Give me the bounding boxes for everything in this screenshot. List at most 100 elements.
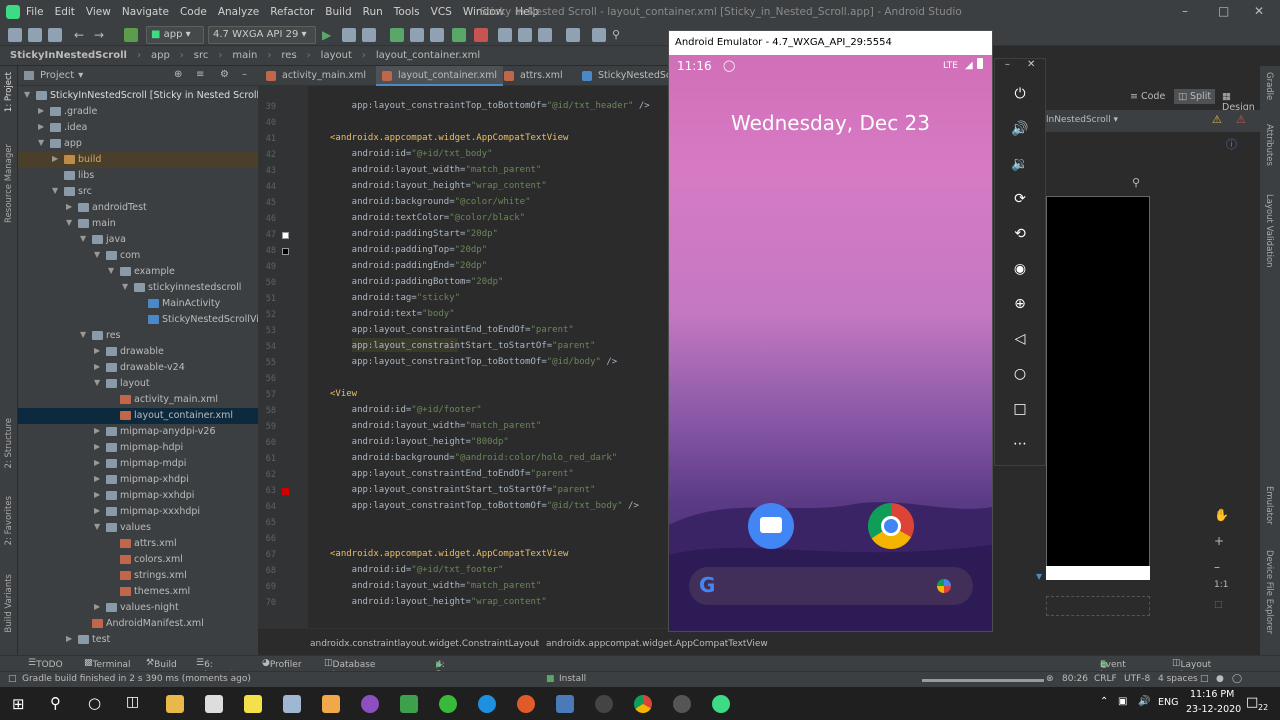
- network-tray-icon[interactable]: ▣: [1118, 696, 1127, 707]
- pan-icon[interactable]: ⚲: [1132, 176, 1140, 189]
- code-line[interactable]: android:textColor="@color/black": [330, 213, 525, 223]
- skype-icon[interactable]: [478, 695, 496, 713]
- android-studio-taskbar-icon[interactable]: [712, 695, 730, 713]
- code-line[interactable]: android:layout_height="wrap_content": [330, 597, 547, 607]
- chevron-down-icon[interactable]: ▼: [108, 266, 114, 275]
- breadcrumb-item[interactable]: src: [194, 50, 209, 61]
- fit-screen-icon[interactable]: □: [1214, 600, 1223, 610]
- chevron-right-icon[interactable]: ▶: [94, 506, 100, 515]
- github-icon[interactable]: [673, 695, 691, 713]
- tree-item[interactable]: ▶ build: [18, 152, 258, 168]
- chevron-right-icon[interactable]: ▶: [52, 154, 58, 163]
- clock-date[interactable]: 23-12-2020: [1186, 704, 1241, 715]
- tree-item[interactable]: layout_container.xml: [18, 408, 258, 424]
- maximize-icon[interactable]: □: [1218, 4, 1229, 18]
- tree-item[interactable]: ▶ mipmap-xhdpi: [18, 472, 258, 488]
- structure-tab[interactable]: 2: Structure: [4, 418, 14, 469]
- git-icon[interactable]: ●: [1216, 674, 1224, 684]
- code-line[interactable]: android:layout_height="wrap_content": [330, 181, 547, 191]
- tree-item[interactable]: ▼ main: [18, 216, 258, 232]
- chevron-right-icon[interactable]: ▶: [94, 602, 100, 611]
- breadcrumb-item[interactable]: layout: [321, 50, 352, 61]
- windows-start-icon[interactable]: ⊞: [12, 695, 25, 713]
- notifications-icon[interactable]: □: [1246, 695, 1258, 710]
- tree-item[interactable]: ▶ drawable: [18, 344, 258, 360]
- rotate-left-icon[interactable]: ⟳: [1009, 188, 1031, 210]
- breadcrumb-item[interactable]: layout_container.xml: [376, 50, 480, 61]
- status-message[interactable]: Gradle build finished in 2 s 390 ms (mom…: [22, 674, 251, 684]
- chevron-down-icon[interactable]: ▼: [122, 282, 128, 291]
- tree-item[interactable]: AndroidManifest.xml: [18, 616, 258, 632]
- device-manager-icon[interactable]: [592, 28, 606, 42]
- breadcrumb-item[interactable]: res: [281, 50, 296, 61]
- chevron-right-icon[interactable]: ▶: [94, 458, 100, 467]
- cancel-progress-icon[interactable]: ⊗: [1046, 674, 1054, 684]
- menu-item-vcs[interactable]: VCS: [431, 6, 452, 18]
- white-color-swatch-icon[interactable]: [282, 232, 289, 239]
- tree-item[interactable]: attrs.xml: [18, 536, 258, 552]
- layout-inspector-tab[interactable]: ◫ Layout Inspector: [1172, 658, 1223, 680]
- code-line[interactable]: app:layout_constraintEnd_toEndOf="parent…: [330, 325, 574, 335]
- code-line[interactable]: android:paddingBottom="20dp": [330, 277, 504, 287]
- chevron-right-icon[interactable]: ▶: [94, 490, 100, 499]
- power-icon[interactable]: ⏻: [1009, 83, 1031, 105]
- layout-validation-tab[interactable]: Layout Validation: [1264, 194, 1274, 268]
- slack-icon[interactable]: [595, 695, 613, 713]
- chevron-right-icon[interactable]: ▶: [38, 106, 44, 115]
- breadcrumb-constraint-layout[interactable]: androidx.constraintlayout.widget.Constra…: [310, 639, 539, 649]
- tree-item[interactable]: ▼ src: [18, 184, 258, 200]
- home-nav-icon[interactable]: ○: [1009, 363, 1031, 385]
- zoom-out-icon[interactable]: –: [1214, 560, 1220, 574]
- tree-item[interactable]: ▶ test: [18, 632, 258, 648]
- menu-item-edit[interactable]: Edit: [55, 6, 75, 18]
- chevron-right-icon[interactable]: ▶: [94, 362, 100, 371]
- editor-tab[interactable]: attrs.xml: [498, 66, 569, 86]
- help-icon[interactable]: ⓘ: [1226, 136, 1237, 152]
- code-line[interactable]: android:id="@+id/footer": [330, 405, 482, 415]
- profile-icon[interactable]: [430, 28, 444, 42]
- back-icon[interactable]: ←: [74, 28, 88, 42]
- code-line[interactable]: android:layout_width="match_parent": [330, 421, 542, 431]
- chevron-down-icon[interactable]: ▼: [94, 250, 100, 259]
- design-preview-canvas[interactable]: [1046, 196, 1150, 580]
- chevron-right-icon[interactable]: ▶: [38, 122, 44, 131]
- indent-setting[interactable]: 4 spaces: [1158, 674, 1198, 684]
- search-taskbar-icon[interactable]: ⚲: [50, 694, 61, 712]
- logcat-tab[interactable]: ☰ 6: Logcat: [196, 658, 234, 680]
- code-line[interactable]: <View: [330, 389, 357, 399]
- chevron-right-icon[interactable]: ▶: [66, 202, 72, 211]
- inspector-icon[interactable]: ◯: [1232, 674, 1242, 684]
- volume-tray-icon[interactable]: 🔊: [1138, 696, 1150, 707]
- menu-item-file[interactable]: File: [26, 6, 44, 18]
- sync-icon[interactable]: [48, 28, 62, 42]
- tree-item[interactable]: ▼ layout: [18, 376, 258, 392]
- resource-manager-tab[interactable]: Resource Manager: [4, 144, 14, 223]
- editor-tab[interactable]: activity_main.xml: [260, 66, 372, 86]
- hide-icon[interactable]: –: [242, 69, 247, 80]
- word-icon[interactable]: [556, 695, 574, 713]
- apply-code-icon[interactable]: [362, 28, 376, 42]
- file-explorer-icon[interactable]: [166, 695, 184, 713]
- menu-item-code[interactable]: Code: [180, 6, 207, 18]
- chevron-down-icon[interactable]: ▼: [38, 138, 44, 147]
- menu-item-view[interactable]: View: [86, 6, 111, 18]
- tree-item[interactable]: ▼ app: [18, 136, 258, 152]
- code-line[interactable]: android:paddingTop="20dp": [330, 245, 487, 255]
- chevron-right-icon[interactable]: ▶: [94, 346, 100, 355]
- lock-icon[interactable]: □: [1200, 674, 1209, 684]
- breadcrumb-item[interactable]: main: [232, 50, 257, 61]
- back-nav-icon[interactable]: ◁: [1009, 328, 1031, 350]
- black-color-swatch-icon[interactable]: [282, 248, 289, 255]
- run-icon[interactable]: ▶: [322, 28, 336, 42]
- editor-tab[interactable]: StickyNestedScr: [576, 66, 681, 86]
- zoom-icon[interactable]: ⊕: [1009, 293, 1031, 315]
- code-line[interactable]: android:id="@+id/txt_body": [330, 149, 493, 159]
- attach-debugger-icon[interactable]: [452, 28, 466, 42]
- code-line[interactable]: app:layout_constraintStart_toStartOf="pa…: [330, 341, 596, 351]
- code-line[interactable]: app:layout_constraintEnd_toEndOf="parent…: [330, 469, 574, 479]
- gear-icon[interactable]: ⚙: [220, 69, 229, 80]
- project-tool-tab[interactable]: 1: Project: [4, 72, 14, 112]
- activity-select[interactable]: lnNestedScroll ▾: [1046, 115, 1118, 125]
- tree-item[interactable]: ▶ mipmap-mdpi: [18, 456, 258, 472]
- profiler-tab[interactable]: ◕ Profiler: [262, 658, 302, 670]
